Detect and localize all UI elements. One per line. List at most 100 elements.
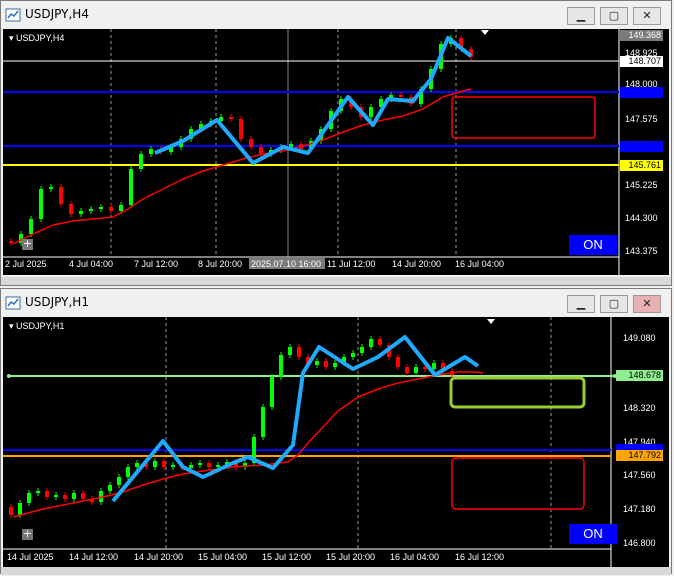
time-axis: 14 Jul 2025 14 Jul 12:00 14 Jul 20:00 15… — [7, 552, 504, 562]
candle-body — [29, 219, 33, 234]
price-tick: 146.800 — [623, 538, 656, 548]
candle-body — [239, 119, 243, 139]
zigzag-line — [154, 36, 473, 165]
candle-body — [79, 211, 83, 214]
restore-button[interactable]: ▢ — [600, 7, 628, 25]
price-axis: 148.925 148.000 147.575 145.225 144.300 … — [625, 48, 658, 256]
candle-body — [216, 465, 220, 467]
candle-body — [109, 207, 113, 211]
chart-app-icon — [5, 296, 21, 310]
time-tick: 11 Jul 12:00 — [327, 259, 375, 269]
time-tick: 16 Jul 12:00 — [455, 552, 504, 562]
candle-body — [259, 147, 263, 154]
candle-body — [207, 463, 211, 467]
time-tick: 2 Jul 2025 — [5, 259, 47, 269]
candle-body — [49, 187, 53, 189]
candle-body — [229, 117, 233, 119]
time-tick: 16 Jul 04:00 — [455, 259, 504, 269]
candle-body — [89, 209, 93, 211]
time-tick: 7 Jul 12:00 — [134, 259, 178, 269]
price-tick: 145.225 — [625, 180, 658, 190]
price-tick: 147.560 — [623, 470, 656, 480]
candle-body — [54, 495, 58, 497]
candles — [9, 336, 454, 518]
candle-body — [432, 363, 436, 369]
price-box-orange: 147.792 — [616, 450, 663, 461]
candle-body — [126, 467, 130, 477]
title-bar[interactable]: USDJPY,H4 ▁ ▢ ✕ — [1, 1, 671, 29]
time-tick: 15 Jul 20:00 — [326, 552, 375, 562]
candle-body — [153, 461, 157, 467]
candle-body — [129, 169, 133, 205]
close-button[interactable]: ✕ — [633, 295, 661, 313]
time-tick: 14 Jul 12:00 — [69, 552, 118, 562]
price-tick: 149.080 — [623, 333, 656, 343]
price-axis: 149.080 148.320 147.940 147.560 147.180 … — [623, 333, 656, 548]
candle-body — [414, 367, 418, 373]
candle-body — [198, 463, 202, 465]
zigzag-line — [111, 335, 480, 503]
chart-window-h1: USDJPY,H1 ▁ ▢ ✕ 149.080 148.320 147.940 — [0, 288, 672, 575]
time-tick: 14 Jul 2025 — [7, 552, 54, 562]
price-chart-h1[interactable]: 149.080 148.320 147.940 147.560 147.180 … — [3, 317, 669, 567]
symbol-label: ▾ USDJPY,H1 — [9, 321, 65, 331]
on-toggle-button[interactable]: ON — [569, 235, 617, 255]
expand-icon[interactable]: + — [22, 238, 33, 250]
zone-box-green[interactable] — [449, 376, 586, 409]
candle-body — [81, 493, 85, 499]
close-button[interactable]: ✕ — [633, 7, 661, 25]
time-tick: 15 Jul 12:00 — [262, 552, 311, 562]
candles — [9, 35, 473, 246]
shift-marker-icon[interactable] — [487, 319, 495, 324]
candle-body — [399, 95, 403, 97]
price-tick: 148.320 — [623, 403, 656, 413]
chart-app-icon — [5, 8, 21, 22]
candle-body — [270, 377, 274, 407]
candle-body — [18, 503, 22, 515]
window-status-strip — [1, 277, 671, 285]
chart-window-h4: USDJPY,H4 ▁ ▢ ✕ 148.925 148.000 147.575 … — [0, 0, 672, 286]
symbol-label: ▾ USDJPY,H4 — [9, 33, 65, 43]
candle-body — [315, 361, 319, 365]
price-tick: 147.180 — [623, 504, 656, 514]
time-tick: 16 Jul 04:00 — [390, 552, 439, 562]
zone-box[interactable] — [451, 96, 596, 139]
price-tick: 147.575 — [625, 114, 658, 124]
grid-lines — [165, 317, 552, 549]
window-title: USDJPY,H4 — [25, 7, 89, 21]
candle-body — [261, 407, 265, 437]
candle-body — [396, 357, 400, 367]
time-tick: 4 Jul 04:00 — [69, 259, 113, 269]
price-box-green: 148.678 — [616, 370, 663, 381]
price-chart-h4[interactable]: 148.925 148.000 147.575 145.225 144.300 … — [3, 29, 669, 275]
restore-button[interactable]: ▢ — [600, 295, 628, 313]
title-bar[interactable]: USDJPY,H1 ▁ ▢ ✕ — [1, 289, 671, 317]
candle-body — [360, 347, 364, 353]
price-box-blue-2: 146.150 — [620, 141, 663, 152]
price-box-yellow: 145.761 — [620, 160, 663, 171]
crosshair-time-label: 2025.07.10 16:00 — [251, 259, 321, 269]
shift-marker-icon[interactable] — [481, 30, 489, 35]
candle-body — [119, 205, 123, 211]
candle-body — [369, 107, 373, 117]
candle-body — [288, 347, 292, 355]
on-toggle-button[interactable]: ON — [569, 524, 617, 544]
expand-icon[interactable]: + — [22, 528, 33, 540]
grid-lines — [110, 29, 457, 257]
minimize-button[interactable]: ▁ — [567, 7, 595, 25]
candle-body — [139, 154, 143, 169]
candle-body — [108, 485, 112, 491]
candle-body — [45, 491, 49, 497]
candle-body — [135, 463, 139, 467]
candle-body — [59, 187, 63, 204]
price-box-white: 148.707 — [620, 56, 663, 67]
moving-average-line — [12, 88, 472, 245]
window-status-strip — [1, 567, 671, 575]
zone-box-red[interactable] — [451, 457, 585, 510]
candle-body — [171, 465, 175, 467]
candle-body — [333, 363, 337, 367]
candle-body — [99, 207, 103, 209]
candle-body — [9, 507, 13, 515]
minimize-button[interactable]: ▁ — [567, 295, 595, 313]
candle-body — [9, 241, 13, 243]
